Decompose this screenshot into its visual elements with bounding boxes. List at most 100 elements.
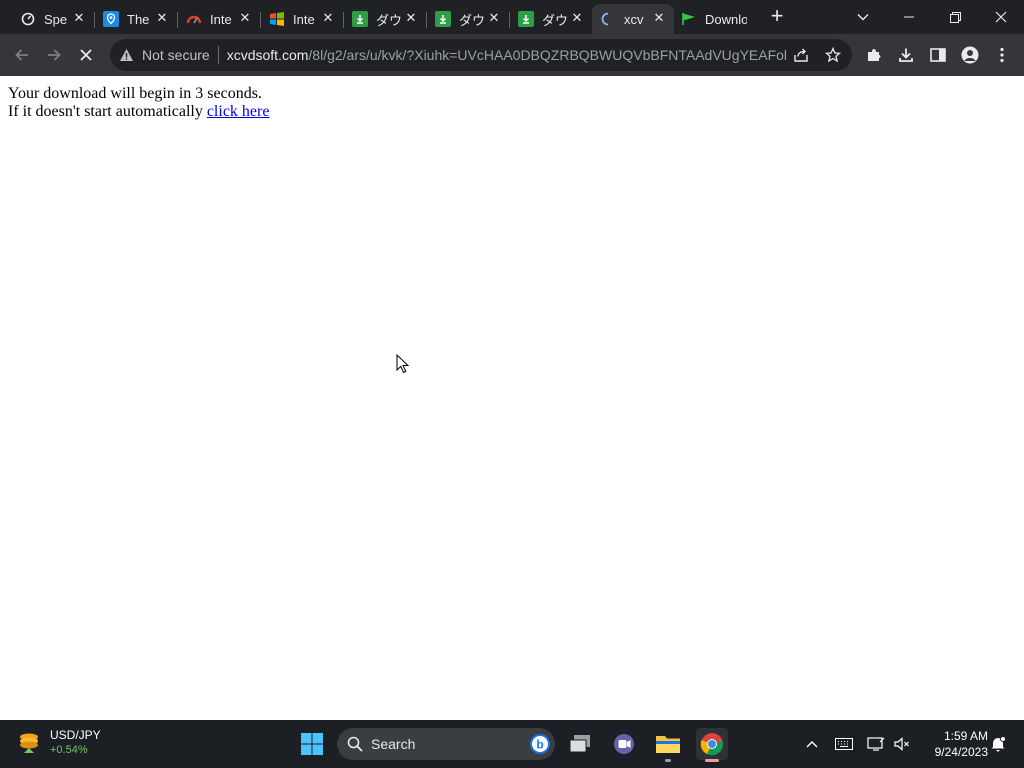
new-tab-button[interactable]: + bbox=[766, 5, 788, 28]
browser-toolbar: Not secure xcvdsoft.com/8l/g2/ars/u/kvk/… bbox=[0, 34, 1024, 76]
tab-title: The bbox=[127, 11, 150, 27]
search-label: Search bbox=[371, 736, 416, 752]
close-tab-icon[interactable]: ✕ bbox=[652, 11, 666, 25]
close-tab-icon[interactable]: ✕ bbox=[321, 11, 335, 25]
page-content: Your download will begin in 3 seconds. I… bbox=[0, 76, 1024, 720]
tab-download-1[interactable]: ダウ ✕ bbox=[344, 4, 427, 34]
close-icon bbox=[80, 49, 92, 61]
tab-title: ダウ bbox=[459, 12, 486, 28]
file-explorer-button[interactable] bbox=[652, 728, 684, 762]
restore-icon bbox=[949, 11, 961, 23]
tab-speedtest[interactable]: Spe ✕ bbox=[12, 4, 95, 34]
bookmark-star-icon[interactable] bbox=[824, 46, 842, 64]
close-tab-icon[interactable]: ✕ bbox=[487, 11, 501, 25]
tab-title: xcv bbox=[624, 11, 644, 27]
windows-taskbar: USD/JPY +0.54% Search b 1:59 AM 9/24/202… bbox=[0, 720, 1024, 768]
ticker-change: +0.54% bbox=[50, 744, 88, 756]
close-tab-icon[interactable]: ✕ bbox=[72, 11, 86, 25]
network-monitor-icon bbox=[867, 737, 885, 751]
restore-button[interactable] bbox=[932, 0, 978, 34]
tab-title: Spe bbox=[44, 11, 68, 27]
volume-button[interactable] bbox=[890, 720, 914, 768]
notification-button[interactable] bbox=[986, 720, 1010, 768]
tab-inte-1[interactable]: Inte ✕ bbox=[178, 4, 261, 34]
currency-stack-icon bbox=[20, 733, 38, 753]
side-panel-icon bbox=[930, 48, 946, 62]
close-tab-icon[interactable]: ✕ bbox=[570, 11, 584, 25]
download-countdown-text: Your download will begin in 3 seconds. bbox=[8, 85, 262, 102]
clock-date: 9/24/2023 bbox=[934, 745, 988, 759]
teams-chat-button[interactable] bbox=[608, 728, 640, 760]
warning-icon[interactable] bbox=[118, 47, 134, 63]
side-panel-button[interactable] bbox=[924, 41, 952, 69]
keyboard-icon bbox=[835, 738, 853, 750]
task-view-button[interactable] bbox=[564, 728, 596, 760]
url-text[interactable]: xcvdsoft.com/8l/g2/ars/u/kvk/?Xiuhk=UVcH… bbox=[227, 47, 787, 63]
network-button[interactable] bbox=[864, 720, 888, 768]
loading-spinner-icon bbox=[600, 11, 616, 27]
url-path: /8l/g2/ars/u/kvk/?Xiuhk=UVcHAA0DBQZRBQBW… bbox=[308, 47, 787, 63]
manual-download-line: If it doesn't start automatically click … bbox=[8, 103, 269, 121]
download-icon bbox=[518, 11, 534, 27]
notification-bell-icon bbox=[991, 736, 1006, 752]
task-view-icon bbox=[569, 735, 590, 753]
manual-download-prefix: If it doesn't start automatically bbox=[8, 103, 203, 120]
address-bar[interactable]: Not secure xcvdsoft.com/8l/g2/ars/u/kvk/… bbox=[110, 39, 852, 71]
close-tab-icon[interactable]: ✕ bbox=[238, 11, 252, 25]
gauge-icon bbox=[186, 11, 202, 27]
download-icon bbox=[899, 48, 913, 62]
speedtest-icon bbox=[20, 11, 36, 27]
tab-title: Inte bbox=[293, 11, 315, 27]
profile-button[interactable] bbox=[956, 41, 984, 69]
puzzle-icon bbox=[868, 49, 881, 61]
minimize-button[interactable] bbox=[886, 0, 932, 34]
tab-xcvdsoft-active[interactable]: xcv ✕ bbox=[592, 4, 674, 34]
tab-download-flag[interactable]: Downlo bbox=[673, 4, 755, 34]
stop-loading-button[interactable] bbox=[72, 41, 100, 69]
keyboard-button[interactable] bbox=[832, 720, 856, 768]
active-indicator bbox=[705, 759, 719, 762]
folder-icon bbox=[656, 736, 680, 753]
show-hidden-icons-button[interactable] bbox=[800, 720, 824, 768]
chrome-taskbar-button[interactable] bbox=[696, 728, 728, 762]
ticker-symbol: USD/JPY bbox=[50, 728, 101, 742]
system-clock[interactable]: 1:59 AM 9/24/2023 bbox=[918, 728, 988, 760]
tab-download-3[interactable]: ダウ ✕ bbox=[510, 4, 592, 34]
minimize-icon bbox=[904, 16, 914, 18]
clock-time: 1:59 AM bbox=[943, 729, 988, 743]
close-window-button[interactable] bbox=[978, 0, 1024, 34]
weather-widget[interactable]: USD/JPY +0.54% bbox=[16, 728, 101, 756]
tab-title: ダウ bbox=[376, 12, 403, 28]
volume-muted-icon bbox=[894, 737, 909, 751]
extensions-button[interactable] bbox=[860, 41, 888, 69]
chat-icon bbox=[614, 734, 634, 754]
shield-pin-icon bbox=[103, 11, 119, 27]
tab-title: ダウ bbox=[542, 12, 569, 28]
start-button[interactable] bbox=[296, 728, 328, 760]
back-button[interactable] bbox=[8, 41, 36, 69]
mouse-pointer-icon bbox=[396, 354, 410, 374]
chevron-down-icon bbox=[857, 14, 869, 21]
arrow-right-icon bbox=[48, 49, 61, 61]
taskbar-search-box[interactable]: Search b bbox=[337, 728, 555, 760]
search-icon bbox=[347, 736, 363, 752]
avatar-icon bbox=[961, 46, 979, 64]
download-icon bbox=[435, 11, 451, 27]
bing-icon: b bbox=[530, 734, 550, 754]
share-icon[interactable] bbox=[792, 46, 810, 64]
click-here-link[interactable]: click here bbox=[207, 103, 270, 120]
close-tab-icon[interactable]: ✕ bbox=[155, 11, 169, 25]
close-tab-icon[interactable]: ✕ bbox=[404, 11, 418, 25]
tab-download-2[interactable]: ダウ ✕ bbox=[427, 4, 510, 34]
forward-button[interactable] bbox=[40, 41, 68, 69]
menu-button[interactable] bbox=[988, 41, 1016, 69]
flag-icon bbox=[681, 11, 697, 27]
chevron-up-icon bbox=[806, 741, 818, 748]
kebab-menu-icon bbox=[1000, 47, 1004, 63]
downloads-button[interactable] bbox=[892, 41, 920, 69]
tab-inte-2[interactable]: Inte ✕ bbox=[261, 4, 344, 34]
security-label[interactable]: Not secure bbox=[142, 47, 210, 63]
tab-search-button[interactable] bbox=[840, 0, 886, 34]
arrow-left-icon bbox=[15, 49, 28, 61]
tab-the[interactable]: The ✕ bbox=[95, 4, 178, 34]
